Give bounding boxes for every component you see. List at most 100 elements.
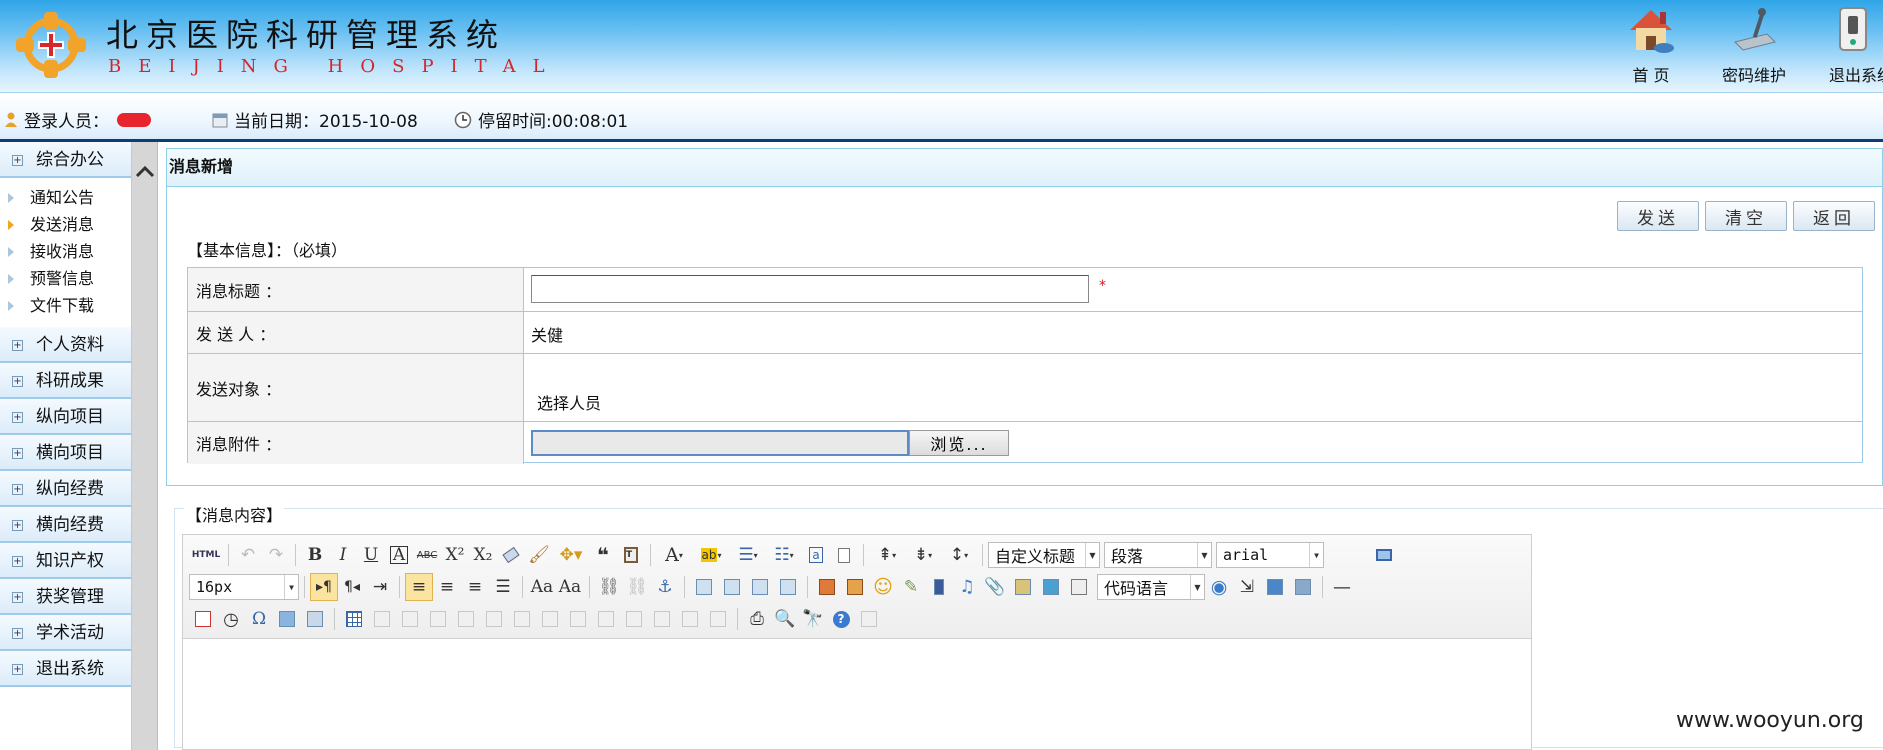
special-char-icon[interactable]: Ω (245, 605, 273, 633)
preview-icon[interactable]: 🔍 (771, 605, 799, 633)
sidebar-group-horizontal-funds[interactable]: + 横向经费 (0, 507, 131, 543)
eraser-icon[interactable] (497, 541, 525, 569)
web-search-icon[interactable]: ◉ (1205, 573, 1233, 601)
align-left-icon[interactable]: ≡ (405, 573, 433, 601)
google-map-icon[interactable] (1037, 573, 1065, 601)
chevron-up-icon[interactable] (132, 156, 158, 186)
uppercase-icon[interactable]: Aa (528, 573, 556, 601)
sidebar-group-logout[interactable]: + 退出系统 (0, 651, 131, 687)
rtl-direction-icon[interactable]: ¶◂ (338, 573, 366, 601)
insert-frame-icon[interactable] (1065, 573, 1093, 601)
sidebar-item-notice[interactable]: 通知公告 (0, 184, 131, 211)
italic-icon[interactable]: I (329, 541, 357, 569)
lowercase-icon[interactable]: Aa (556, 573, 584, 601)
search-replace-icon[interactable]: 🔭 (799, 605, 827, 633)
sidebar-group-office[interactable]: + 综合办公 (0, 142, 131, 178)
drafts-icon[interactable] (855, 605, 883, 633)
font-family-select[interactable]: arial ▼ (1216, 542, 1324, 568)
chart-icon[interactable] (704, 605, 732, 633)
auto-typeset-icon[interactable]: ✥▾ (553, 541, 589, 569)
sidebar-item-download[interactable]: 文件下载 (0, 292, 131, 319)
sidebar-group-ip[interactable]: + 知识产权 (0, 543, 131, 579)
image-icon[interactable] (813, 573, 841, 601)
undo-icon[interactable]: ↶ (234, 541, 262, 569)
blockquote-icon[interactable]: ❝ (589, 541, 617, 569)
sidebar-group-profile[interactable]: + 个人资料 (0, 327, 131, 363)
background-icon[interactable] (1289, 573, 1317, 601)
scrawl-icon[interactable]: ✎ (897, 573, 925, 601)
subscript-icon[interactable]: X₂ (469, 541, 497, 569)
align-center-icon[interactable]: ≡ (433, 573, 461, 601)
sidebar-group-research[interactable]: + 科研成果 (0, 363, 131, 399)
back-button[interactable]: 返回 (1793, 201, 1875, 231)
row-spacing-top-icon[interactable]: ⇞ ▾ (869, 541, 905, 569)
map-icon[interactable] (1009, 573, 1037, 601)
home-button[interactable]: 首 页 (1606, 4, 1696, 85)
sidebar-item-receive-message[interactable]: 接收消息 (0, 238, 131, 265)
page-break-icon[interactable]: ⇲ (1233, 573, 1261, 601)
sidebar-item-warning[interactable]: 预警信息 (0, 265, 131, 292)
help-icon[interactable]: ? (827, 605, 855, 633)
redo-icon[interactable]: ↷ (262, 541, 290, 569)
password-button[interactable]: 密码维护 (1709, 4, 1799, 85)
font-size-select[interactable]: 16px ▼ (189, 574, 299, 600)
custom-heading-select[interactable]: 自定义标题 ▼ (988, 542, 1100, 568)
fullscreen-icon[interactable] (1370, 541, 1398, 569)
superscript-icon[interactable]: X² (441, 541, 469, 569)
anchor-icon[interactable]: ⚓ (651, 573, 679, 601)
insert-column-icon[interactable] (480, 605, 508, 633)
send-button[interactable]: 发送 (1617, 201, 1699, 231)
underline-icon[interactable]: U (357, 541, 385, 569)
unlink-icon[interactable]: ⛓ (623, 573, 651, 601)
background-color-icon[interactable]: ab ▾ (692, 541, 730, 569)
ordered-list-icon[interactable]: ☰ ▾ (730, 541, 766, 569)
insert-row-icon[interactable] (424, 605, 452, 633)
video-icon[interactable] (925, 573, 953, 601)
sidebar-item-send-message[interactable]: 发送消息 (0, 211, 131, 238)
paste-text-icon[interactable]: T (617, 541, 645, 569)
snapscreen-icon[interactable] (273, 605, 301, 633)
music-icon[interactable]: ♫ (953, 573, 981, 601)
time-icon[interactable]: ◷ (217, 605, 245, 633)
align-justify-icon[interactable]: ☰ (489, 573, 517, 601)
merge-cells-icon[interactable] (536, 605, 564, 633)
merge-right-icon[interactable] (564, 605, 592, 633)
font-border-icon[interactable]: A (385, 541, 413, 569)
font-color-icon[interactable]: A ▾ (656, 541, 692, 569)
align-right-icon[interactable]: ≡ (461, 573, 489, 601)
delete-table-icon[interactable] (368, 605, 396, 633)
clear-document-icon[interactable] (830, 541, 858, 569)
html-source-button[interactable]: HTML (189, 541, 223, 569)
split-to-cols-icon[interactable] (648, 605, 676, 633)
merge-down-icon[interactable] (592, 605, 620, 633)
image-left-icon[interactable] (718, 573, 746, 601)
horizontal-rule-icon[interactable]: — (1328, 573, 1356, 601)
emotion-icon[interactable]: ☺ (869, 573, 897, 601)
unordered-list-icon[interactable]: ☷ ▾ (766, 541, 802, 569)
sidebar-group-vertical-projects[interactable]: + 纵向项目 (0, 399, 131, 435)
sidebar-group-academic[interactable]: + 学术活动 (0, 615, 131, 651)
select-all-icon[interactable]: a (802, 541, 830, 569)
logout-button[interactable]: 退出系统 (1812, 4, 1883, 84)
print-icon[interactable]: ⎙ (743, 605, 771, 633)
message-title-input[interactable] (531, 275, 1089, 303)
attachment-path-input[interactable] (531, 430, 909, 456)
ltr-direction-icon[interactable]: ▸¶ (310, 573, 338, 601)
sidebar-group-horizontal-projects[interactable]: + 横向项目 (0, 435, 131, 471)
indent-icon[interactable]: ⇥ (366, 573, 394, 601)
link-icon[interactable]: ⛓ (595, 573, 623, 601)
bold-icon[interactable]: B (301, 541, 329, 569)
code-language-select[interactable]: 代码语言 ▼ (1097, 574, 1205, 600)
sidebar-group-awards[interactable]: + 获奖管理 (0, 579, 131, 615)
line-height-icon[interactable]: ↕ ▾ (941, 541, 977, 569)
split-to-rows-icon[interactable] (620, 605, 648, 633)
clear-button[interactable]: 清空 (1705, 201, 1787, 231)
word-image-icon[interactable] (301, 605, 329, 633)
delete-column-icon[interactable] (508, 605, 536, 633)
paragraph-format-select[interactable]: 段落 ▼ (1104, 542, 1212, 568)
template-icon[interactable] (1261, 573, 1289, 601)
image-right-icon[interactable] (746, 573, 774, 601)
date-icon[interactable] (189, 605, 217, 633)
row-spacing-bottom-icon[interactable]: ⇟ ▾ (905, 541, 941, 569)
insert-table-icon[interactable] (340, 605, 368, 633)
